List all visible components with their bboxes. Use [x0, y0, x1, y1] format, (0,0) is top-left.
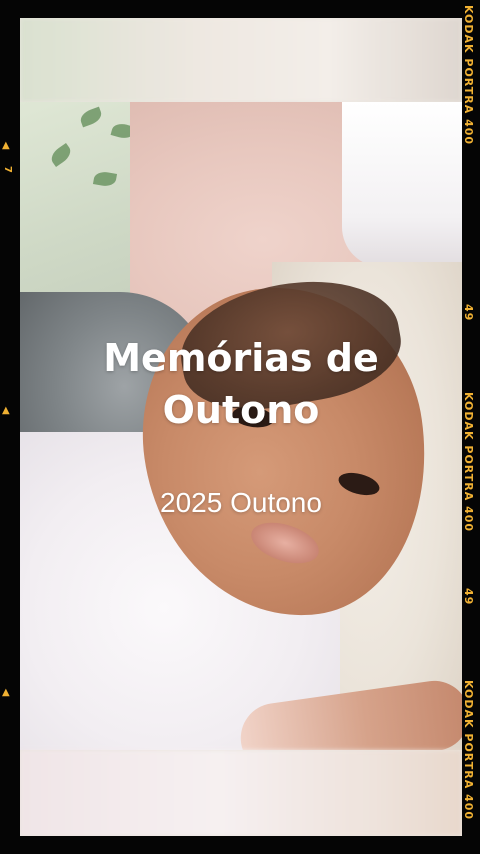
page-title: Memórias de Outono	[20, 332, 462, 436]
film-brand-text: KODAK PORTRA 400	[462, 5, 475, 146]
blurred-bottom-strip	[20, 750, 462, 836]
blurred-top-strip	[20, 18, 462, 102]
film-brand-text: KODAK PORTRA 400	[462, 392, 475, 533]
leaf-icon	[47, 142, 75, 168]
frame-number: 49	[462, 304, 475, 322]
film-frame: Memórias de Outono 2025 Outono KODAK POR…	[0, 0, 480, 854]
frame-number: 49	[462, 588, 475, 606]
title-line-2: Outono	[162, 388, 320, 432]
left-frame-number: 7	[2, 166, 13, 173]
film-brand-text: KODAK PORTRA 400	[462, 680, 475, 821]
triangle-marker-icon: ▲	[2, 140, 10, 151]
white-towel	[342, 102, 462, 267]
leaf-icon	[78, 106, 104, 128]
triangle-marker-icon: ▲	[2, 405, 10, 416]
title-line-1: Memórias de	[103, 336, 379, 380]
leaf-icon	[92, 170, 118, 188]
subtitle: 2025 Outono	[160, 487, 322, 518]
triangle-marker-icon: ▲	[2, 687, 10, 698]
